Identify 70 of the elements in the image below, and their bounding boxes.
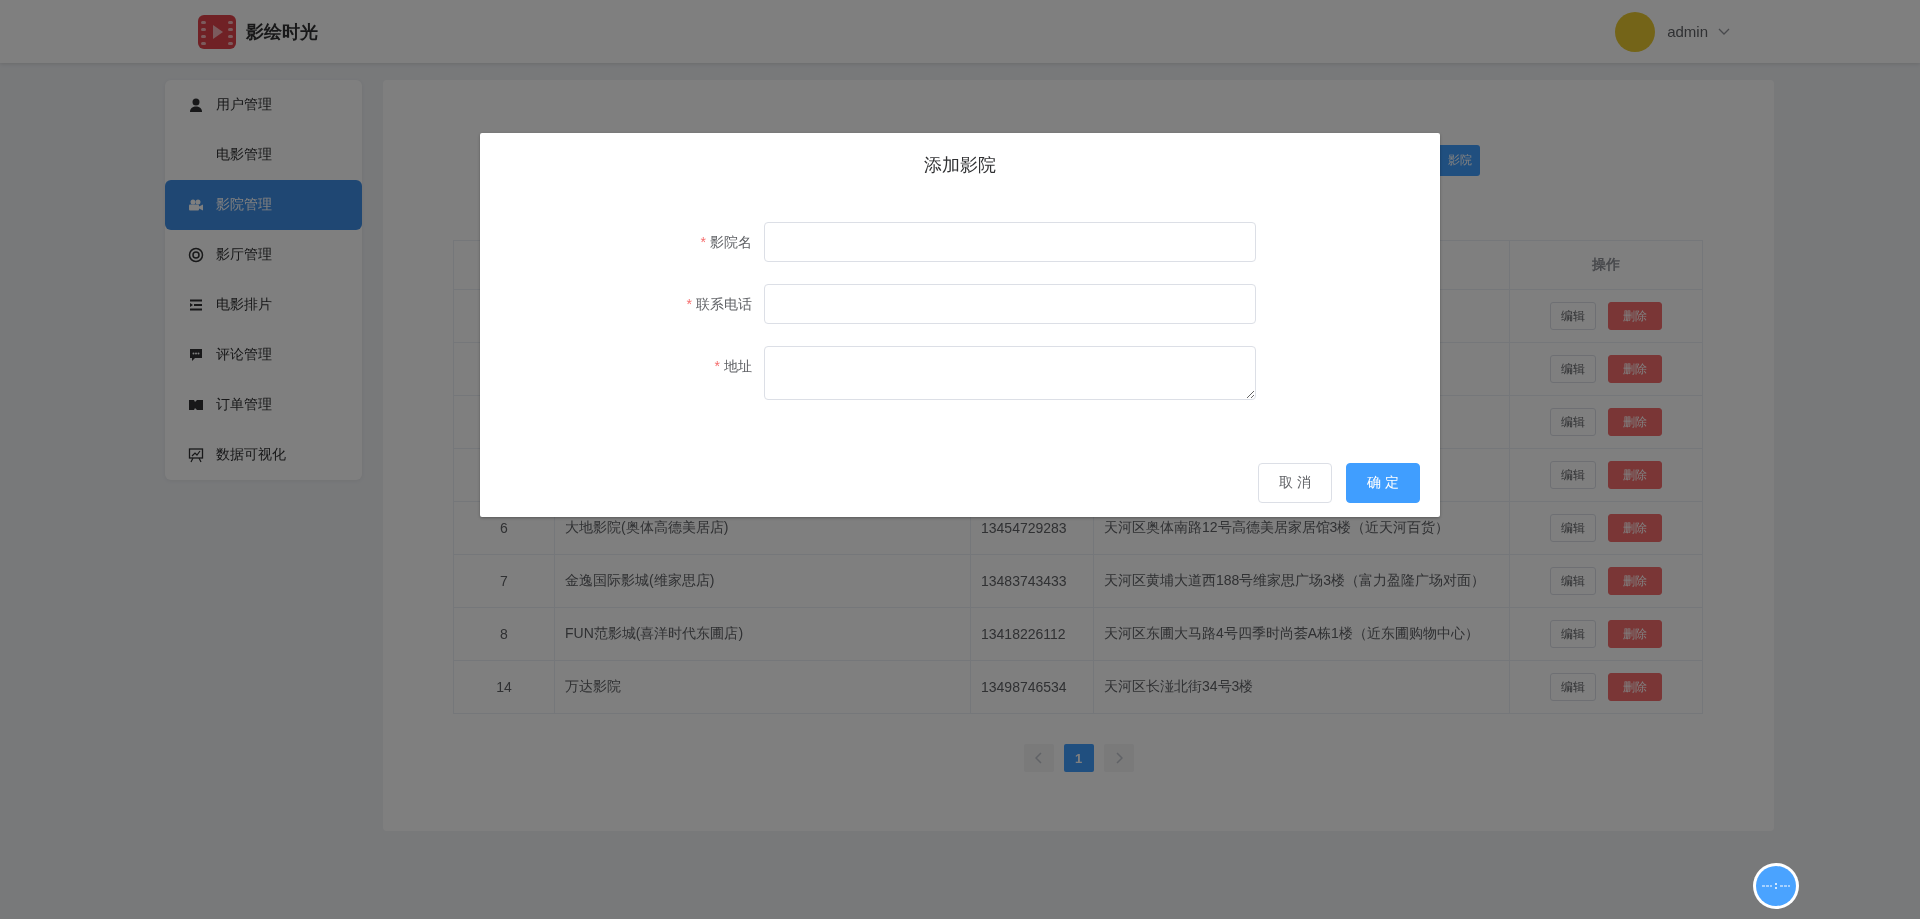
table-cell: 大地影院(奥体高德美居店) <box>565 519 729 535</box>
table-cell: 13498746534 <box>981 679 1067 695</box>
prev-page-button[interactable] <box>1023 744 1054 772</box>
required-mark: * <box>714 358 720 374</box>
edit-button[interactable]: 编辑 <box>1550 567 1596 595</box>
sidebar-item[interactable]: 电影管理 <box>165 130 362 180</box>
next-page-button[interactable] <box>1103 744 1134 772</box>
person-icon <box>188 97 204 113</box>
delete-button[interactable]: 删除 <box>1608 514 1662 542</box>
table-cell: 天河区奥体南路12号高德美居家居馆3楼（近天河百货） <box>1104 519 1450 535</box>
sidebar-item[interactable]: 订单管理 <box>165 380 362 430</box>
field-label: 影院名 <box>710 234 752 250</box>
ring-icon <box>188 247 204 263</box>
chart-board-icon <box>188 447 204 463</box>
camera-icon <box>188 197 204 213</box>
edit-button[interactable]: 编辑 <box>1550 302 1596 330</box>
delete-button[interactable]: 删除 <box>1608 567 1662 595</box>
delete-button[interactable]: 删除 <box>1608 620 1662 648</box>
sidebar-item[interactable]: 电影排片 <box>165 280 362 330</box>
delete-button[interactable]: 删除 <box>1608 461 1662 489</box>
edit-button[interactable]: 编辑 <box>1550 514 1596 542</box>
edit-button[interactable]: 编辑 <box>1550 673 1596 701</box>
avatar[interactable] <box>1615 11 1656 52</box>
edit-button[interactable]: 编辑 <box>1550 620 1596 648</box>
table-cell: 天河区黄埔大道西188号维家思广场3楼（富力盈隆广场对面） <box>1104 572 1486 588</box>
edit-button[interactable]: 编辑 <box>1550 355 1596 383</box>
input-field[interactable] <box>764 346 1256 400</box>
required-mark: * <box>686 296 692 312</box>
table-cell: FUN范影城(喜洋时代东圃店) <box>565 625 744 641</box>
table-cell: 金逸国际影城(维家思店) <box>565 572 715 588</box>
edit-button[interactable]: 编辑 <box>1550 408 1596 436</box>
dialog-title: 添加影院 <box>923 154 997 177</box>
user-name[interactable]: admin <box>1667 23 1708 40</box>
table-cell: 天河区东圃大马路4号四季时尚荟A栋1楼（近东圃购物中心） <box>1104 625 1479 641</box>
table-cell: 13483743433 <box>981 573 1067 589</box>
delete-button[interactable]: 删除 <box>1608 302 1662 330</box>
sidebar-item[interactable]: 影院管理 <box>165 180 362 230</box>
edit-button[interactable]: 编辑 <box>1550 461 1596 489</box>
table-cell: 13418226112 <box>981 626 1066 642</box>
floating-action-button[interactable] <box>1752 862 1800 910</box>
field-label: 联系电话 <box>696 296 752 312</box>
film-logo <box>198 14 236 49</box>
required-mark: * <box>700 234 706 250</box>
chat-icon <box>188 347 204 363</box>
delete-button[interactable]: 删除 <box>1608 673 1662 701</box>
field-label: 地址 <box>724 358 752 374</box>
table-cell: 8 <box>500 626 508 642</box>
ticket-icon <box>188 397 204 413</box>
table-cell: 13454729283 <box>981 520 1067 536</box>
input-field[interactable] <box>764 222 1256 262</box>
sidebar-item[interactable]: 数据可视化 <box>165 430 362 480</box>
table-cell: 万达影院 <box>565 678 621 694</box>
delete-button[interactable]: 删除 <box>1608 408 1662 436</box>
sidebar-item[interactable]: 用户管理 <box>165 80 362 130</box>
chevron-left-icon <box>1034 752 1043 764</box>
chevron-down-icon[interactable] <box>1718 27 1730 36</box>
list-indent-icon <box>188 297 204 313</box>
app-name: 影绘时光 <box>246 20 318 44</box>
chevron-right-icon <box>1114 752 1123 764</box>
sidebar-item[interactable]: 评论管理 <box>165 330 362 380</box>
sidebar-item[interactable]: 影厅管理 <box>165 230 362 280</box>
table-cell: 6 <box>500 520 508 536</box>
cancel-button[interactable]: 取 消 <box>1258 463 1333 503</box>
confirm-button[interactable]: 确 定 <box>1346 463 1420 503</box>
table-cell: 7 <box>500 573 508 589</box>
table-cell: 天河区长湴北街34号3楼 <box>1104 678 1254 694</box>
input-field[interactable] <box>764 284 1256 324</box>
delete-button[interactable]: 删除 <box>1608 355 1662 383</box>
page-button[interactable]: 1 <box>1063 744 1094 772</box>
table-cell: 14 <box>496 679 512 695</box>
